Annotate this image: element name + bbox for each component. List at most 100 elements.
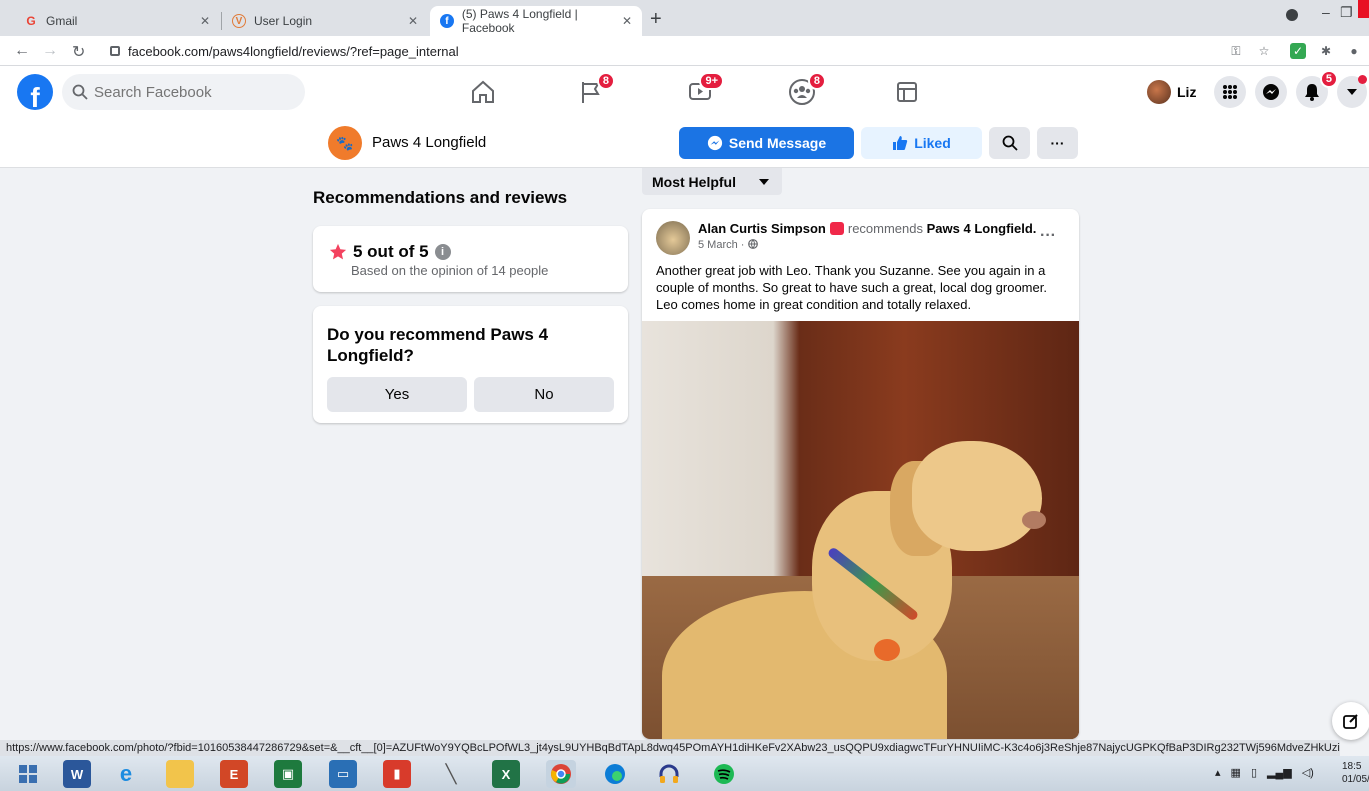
tray-network-icon[interactable]: ▦ <box>1231 766 1241 779</box>
close-tab-icon[interactable]: ✕ <box>200 14 210 28</box>
clock-date: 01/05/2 <box>1342 774 1369 785</box>
photo-dog-nose <box>1022 511 1046 529</box>
taskbar-clock[interactable]: 18:5 01/05/2 <box>1342 760 1369 786</box>
profile-name: Liz <box>1177 84 1197 100</box>
sort-dropdown[interactable]: Most Helpful <box>642 168 782 195</box>
clock-time: 18:5 <box>1342 761 1362 772</box>
excel-app-icon[interactable]: X <box>492 760 520 788</box>
facebook-logo-icon[interactable]: f <box>17 74 53 110</box>
search-input[interactable] <box>94 83 284 101</box>
send-message-button[interactable]: Send Message <box>679 127 854 159</box>
star-icon[interactable]: ☆ <box>1256 43 1272 59</box>
groups-badge: 8 <box>807 72 826 90</box>
back-icon[interactable]: ← <box>14 42 30 60</box>
info-icon[interactable]: i <box>434 244 451 260</box>
thumbs-up-icon <box>893 136 908 150</box>
recorder-app-icon[interactable]: ▮ <box>383 760 411 788</box>
unread-dot <box>1358 75 1367 84</box>
tray-battery-icon[interactable]: ▯ <box>1251 766 1257 779</box>
rating-subtext: Based on the opinion of 14 people <box>351 263 549 278</box>
photo-dog-bow <box>874 639 900 661</box>
new-tab-icon[interactable]: + <box>650 8 662 31</box>
internet-explorer-icon[interactable]: e <box>112 760 140 788</box>
extension-circle-icon[interactable] <box>1285 8 1299 25</box>
headphones-app-icon[interactable] <box>655 760 683 788</box>
recommended-page-link[interactable]: Paws 4 Longfield. <box>927 221 1037 236</box>
tab-gmail[interactable]: G Gmail ✕ <box>14 6 220 36</box>
messenger-icon[interactable] <box>1255 76 1287 108</box>
new-message-compose-button[interactable] <box>1332 702 1369 740</box>
tray-volume-icon[interactable]: ◁) <box>1302 766 1314 779</box>
page-search-button[interactable] <box>989 127 1030 159</box>
link-hover-status-bar: https://www.facebook.com/photo/?fbid=101… <box>0 740 1340 756</box>
store-icon[interactable]: ▣ <box>274 760 302 788</box>
page-name[interactable]: Paws 4 Longfield <box>372 134 486 151</box>
groups-icon[interactable]: 8 <box>788 72 826 106</box>
rating-card: 5 out of 5 i Based on the opinion of 14 … <box>313 226 628 292</box>
tab-facebook[interactable]: f (5) Paws 4 Longfield | Facebook ✕ <box>430 6 642 36</box>
checkmark-extension-icon[interactable]: ✓ <box>1290 43 1306 59</box>
office-app-icon[interactable]: E <box>220 760 248 788</box>
edge-icon[interactable] <box>601 760 629 788</box>
liked-button[interactable]: Liked <box>861 127 982 159</box>
key-icon[interactable]: ⚿ <box>1228 43 1244 59</box>
word-app-icon[interactable]: W <box>63 760 91 788</box>
post-date[interactable]: 5 March · <box>698 239 758 251</box>
gmail-icon: G <box>26 14 36 28</box>
profile-link[interactable]: Liz <box>1147 78 1196 106</box>
address-bar-row: ← → ↻ facebook.com/paws4longfield/review… <box>0 36 1369 66</box>
spotify-icon[interactable] <box>710 760 738 788</box>
account-icon[interactable]: ● <box>1346 43 1362 59</box>
lock-icon <box>110 46 120 56</box>
close-tab-icon[interactable]: ✕ <box>622 14 632 28</box>
more-dots-icon: ··· <box>1050 135 1065 151</box>
restore-icon[interactable]: ❐ <box>1340 4 1353 21</box>
photo-dog-head <box>912 441 1042 551</box>
reload-icon[interactable]: ↻ <box>72 42 85 62</box>
compose-icon <box>1343 714 1358 729</box>
tray-signal-icon[interactable]: ▂▄▆ <box>1267 766 1292 779</box>
menu-grid-icon[interactable] <box>1214 76 1246 108</box>
post-options-button[interactable]: ··· <box>1040 227 1056 245</box>
search-icon <box>72 84 88 100</box>
liked-label: Liked <box>914 135 951 151</box>
chrome-icon[interactable] <box>546 760 576 788</box>
reviews-heading: Recommendations and reviews <box>313 188 568 207</box>
pages-flag-icon[interactable]: 8 <box>577 72 615 106</box>
url-field[interactable]: facebook.com/paws4longfield/reviews/?ref… <box>110 41 1220 61</box>
account-menu-chevron-down-icon[interactable] <box>1337 75 1367 108</box>
author-avatar[interactable] <box>656 221 690 255</box>
facebook-search[interactable] <box>62 74 305 110</box>
file-explorer-icon[interactable] <box>166 760 194 788</box>
paw-logo-icon[interactable]: 🐾 <box>328 126 362 160</box>
chevron-down-icon <box>759 179 769 185</box>
author-name[interactable]: Alan Curtis Simpson <box>698 221 826 236</box>
pages-badge: 8 <box>596 72 615 90</box>
close-tab-icon[interactable]: ✕ <box>408 14 418 28</box>
tab-user-login[interactable]: V User Login ✕ <box>222 6 428 36</box>
post-photo-dog[interactable] <box>642 321 1079 739</box>
gaming-icon[interactable] <box>893 78 921 106</box>
notifications-badge: 5 <box>1319 70 1338 88</box>
close-window-icon[interactable] <box>1358 0 1369 18</box>
post-date-text: 5 March · <box>698 239 748 251</box>
tab-title: Gmail <box>46 14 78 28</box>
watch-icon[interactable]: 9+ <box>686 72 724 106</box>
url-text: facebook.com/paws4longfield/reviews/?ref… <box>128 43 459 59</box>
forward-icon[interactable]: → <box>42 42 58 60</box>
page-more-button[interactable]: ··· <box>1037 127 1078 159</box>
microphone-icon[interactable]: ╲ <box>437 760 465 788</box>
yes-button[interactable]: Yes <box>327 377 467 412</box>
minimize-icon[interactable]: – <box>1322 4 1330 20</box>
recommend-card: Do you recommend Paws 4 Longfield? Yes N… <box>313 306 628 423</box>
notifications-bell-icon[interactable]: 5 <box>1296 70 1338 108</box>
vimeo-icon: V <box>232 14 246 28</box>
windows-start-icon[interactable] <box>14 760 42 788</box>
no-button[interactable]: No <box>474 377 614 412</box>
lenovo-app-icon[interactable]: ▭ <box>329 760 357 788</box>
messenger-icon <box>707 135 722 151</box>
puzzle-icon[interactable]: ✱ <box>1318 43 1334 59</box>
post-body: Another great job with Leo. Thank you Su… <box>656 263 1047 312</box>
tray-chevron-up-icon[interactable]: ▴ <box>1215 766 1221 779</box>
home-icon[interactable] <box>469 78 497 106</box>
